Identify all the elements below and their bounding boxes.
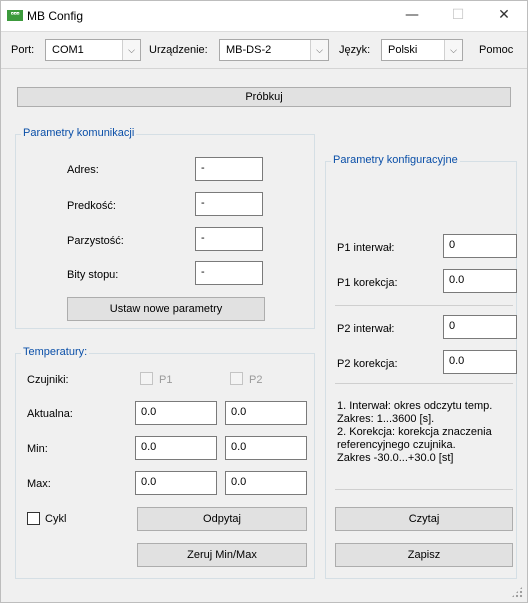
address-field[interactable]: -	[195, 157, 263, 181]
minimize-icon: —	[405, 7, 419, 23]
min-p2-field[interactable]: 0.0	[225, 436, 307, 460]
p2-interval-label: P2 interwał:	[337, 323, 395, 335]
maximize-icon: ☐	[451, 7, 465, 23]
chevron-down-icon[interactable]: ⌵	[310, 40, 328, 60]
configuration-title: Parametry konfiguracyjne	[331, 154, 460, 166]
address-label: Adres:	[67, 164, 99, 176]
help-note-line-2: Zakres: 1...3600 [s].	[337, 413, 435, 425]
resize-grip-icon[interactable]	[511, 586, 523, 598]
p1-correction-label: P1 korekcja:	[337, 277, 398, 289]
app-icon: ᴮᴮᴮ	[7, 10, 23, 21]
sensor-p1-checkbox	[140, 372, 153, 385]
p2-correction-label: P2 korekcja:	[337, 358, 398, 370]
cycle-checkbox[interactable]	[27, 512, 40, 525]
max-p1-field[interactable]: 0.0	[135, 471, 217, 495]
p1-interval-field[interactable]: 0	[443, 234, 517, 258]
p1-interval-label: P1 interwał:	[337, 242, 395, 254]
config-separator	[335, 489, 513, 490]
probe-button[interactable]: Próbkuj	[17, 87, 511, 107]
sensor-p2-label: P2	[249, 374, 263, 386]
max-label: Max:	[27, 478, 51, 490]
close-button[interactable]: ✕	[481, 1, 527, 31]
help-note-line-3: 2. Korekcja: korekcja znaczenia	[337, 426, 492, 438]
language-select[interactable]: Polski ⌵	[381, 39, 463, 61]
parity-field[interactable]: -	[195, 227, 263, 251]
parity-label: Parzystość:	[67, 235, 124, 247]
stop-bits-label: Bity stopu:	[67, 269, 119, 281]
stop-bits-field[interactable]: -	[195, 261, 263, 285]
title-bar[interactable]: ᴮᴮᴮ MB Config — ☐ ✕	[1, 1, 527, 31]
chevron-down-icon[interactable]: ⌵	[122, 40, 140, 60]
help-note-line-1: 1. Interwał: okres odczytu temp.	[337, 400, 493, 412]
window-title: MB Config	[27, 9, 84, 23]
min-p1-field[interactable]: 0.0	[135, 436, 217, 460]
help-menu[interactable]: Pomoc	[479, 44, 513, 56]
speed-field[interactable]: -	[195, 192, 263, 216]
sensor-p1-label: P1	[159, 374, 173, 386]
p2-correction-field[interactable]: 0.0	[443, 350, 517, 374]
config-separator	[335, 383, 513, 384]
port-value: COM1	[52, 44, 84, 56]
device-label: Urządzenie:	[149, 44, 208, 56]
query-button[interactable]: Odpytaj	[137, 507, 307, 531]
chevron-down-icon[interactable]: ⌵	[444, 40, 462, 60]
communication-title: Parametry komunikacji	[21, 127, 137, 139]
config-separator	[335, 305, 513, 306]
app-window: ᴮᴮᴮ MB Config — ☐ ✕ Port: COM1 ⌵ Urządze…	[0, 0, 528, 603]
temperatures-title: Temperatury:	[21, 346, 90, 358]
help-note-line-4: referencyjnego czujnika.	[337, 439, 456, 451]
read-button[interactable]: Czytaj	[335, 507, 513, 531]
maximize-button: ☐	[435, 1, 481, 31]
reset-min-max-button[interactable]: Zeruj Min/Max	[137, 543, 307, 567]
max-p2-field[interactable]: 0.0	[225, 471, 307, 495]
cycle-label: Cykl	[45, 513, 67, 525]
current-label: Aktualna:	[27, 408, 73, 420]
language-value: Polski	[388, 44, 418, 56]
sensors-label: Czujniki:	[27, 374, 69, 386]
p2-interval-field[interactable]: 0	[443, 315, 517, 339]
help-note-line-5: Zakres -30.0...+30.0 [st]	[337, 452, 454, 464]
language-label: Język:	[339, 44, 371, 56]
current-p2-field[interactable]: 0.0	[225, 401, 307, 425]
port-label: Port:	[11, 44, 35, 56]
min-label: Min:	[27, 443, 48, 455]
sensor-p2-checkbox	[230, 372, 243, 385]
toolbar: Port: COM1 ⌵ Urządzenie: MB-DS-2 ⌵ Język…	[1, 31, 527, 69]
speed-label: Predkość:	[67, 200, 116, 212]
current-p1-field[interactable]: 0.0	[135, 401, 217, 425]
device-value: MB-DS-2	[226, 44, 272, 56]
set-parameters-button[interactable]: Ustaw nowe parametry	[67, 297, 265, 321]
minimize-button[interactable]: —	[389, 1, 435, 31]
p1-correction-field[interactable]: 0.0	[443, 269, 517, 293]
port-select[interactable]: COM1 ⌵	[45, 39, 141, 61]
device-select[interactable]: MB-DS-2 ⌵	[219, 39, 329, 61]
close-icon: ✕	[498, 7, 510, 23]
save-button[interactable]: Zapisz	[335, 543, 513, 567]
